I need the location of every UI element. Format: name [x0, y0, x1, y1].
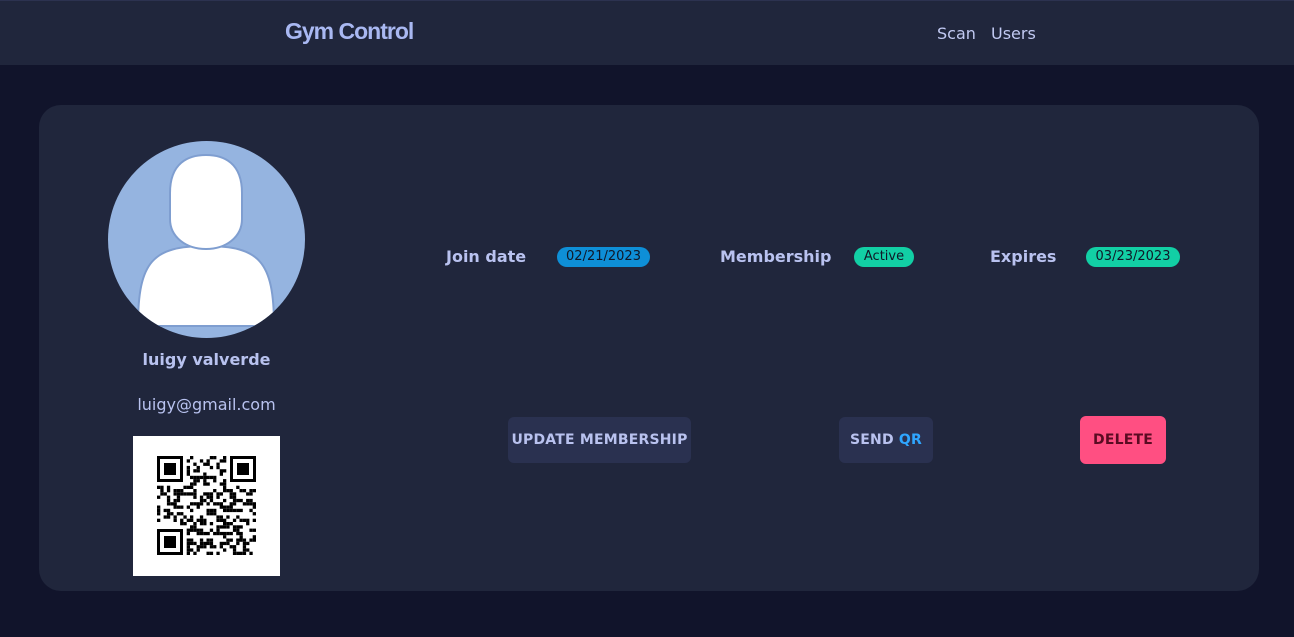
update-membership-button[interactable]: UPDATE MEMBERSHIP	[508, 417, 691, 463]
send-qr-label: SEND	[850, 432, 894, 448]
app-brand[interactable]: Gym Control	[285, 18, 414, 45]
membership-label: Membership	[720, 247, 832, 266]
membership-status-badge: Active	[854, 247, 914, 267]
user-email: luigy@gmail.com	[137, 395, 276, 414]
avatar	[108, 141, 305, 338]
qr-finder-top-right	[230, 456, 256, 482]
send-qr-accent: QR	[898, 432, 922, 448]
nav-link-users[interactable]: Users	[991, 24, 1036, 43]
qr-finder-bottom-left	[157, 529, 183, 555]
join-date-label: Join date	[446, 247, 527, 266]
qr-finder-top-left	[157, 456, 183, 482]
nav-link-scan[interactable]: Scan	[937, 24, 976, 43]
top-navbar: Gym Control Scan Users	[0, 0, 1294, 65]
user-profile-card: luigy valverde luigy@gmail.com Join date…	[39, 105, 1259, 591]
user-name: luigy valverde	[142, 350, 271, 369]
expires-badge: 03/23/2023	[1086, 247, 1180, 267]
join-date-badge: 02/21/2023	[557, 247, 650, 267]
delete-button[interactable]: DELETE	[1080, 416, 1166, 464]
qr-code-image	[133, 436, 280, 576]
send-qr-button[interactable]: SEND QR	[839, 417, 933, 463]
user-silhouette-icon	[136, 153, 276, 327]
expires-label: Expires	[990, 247, 1057, 266]
